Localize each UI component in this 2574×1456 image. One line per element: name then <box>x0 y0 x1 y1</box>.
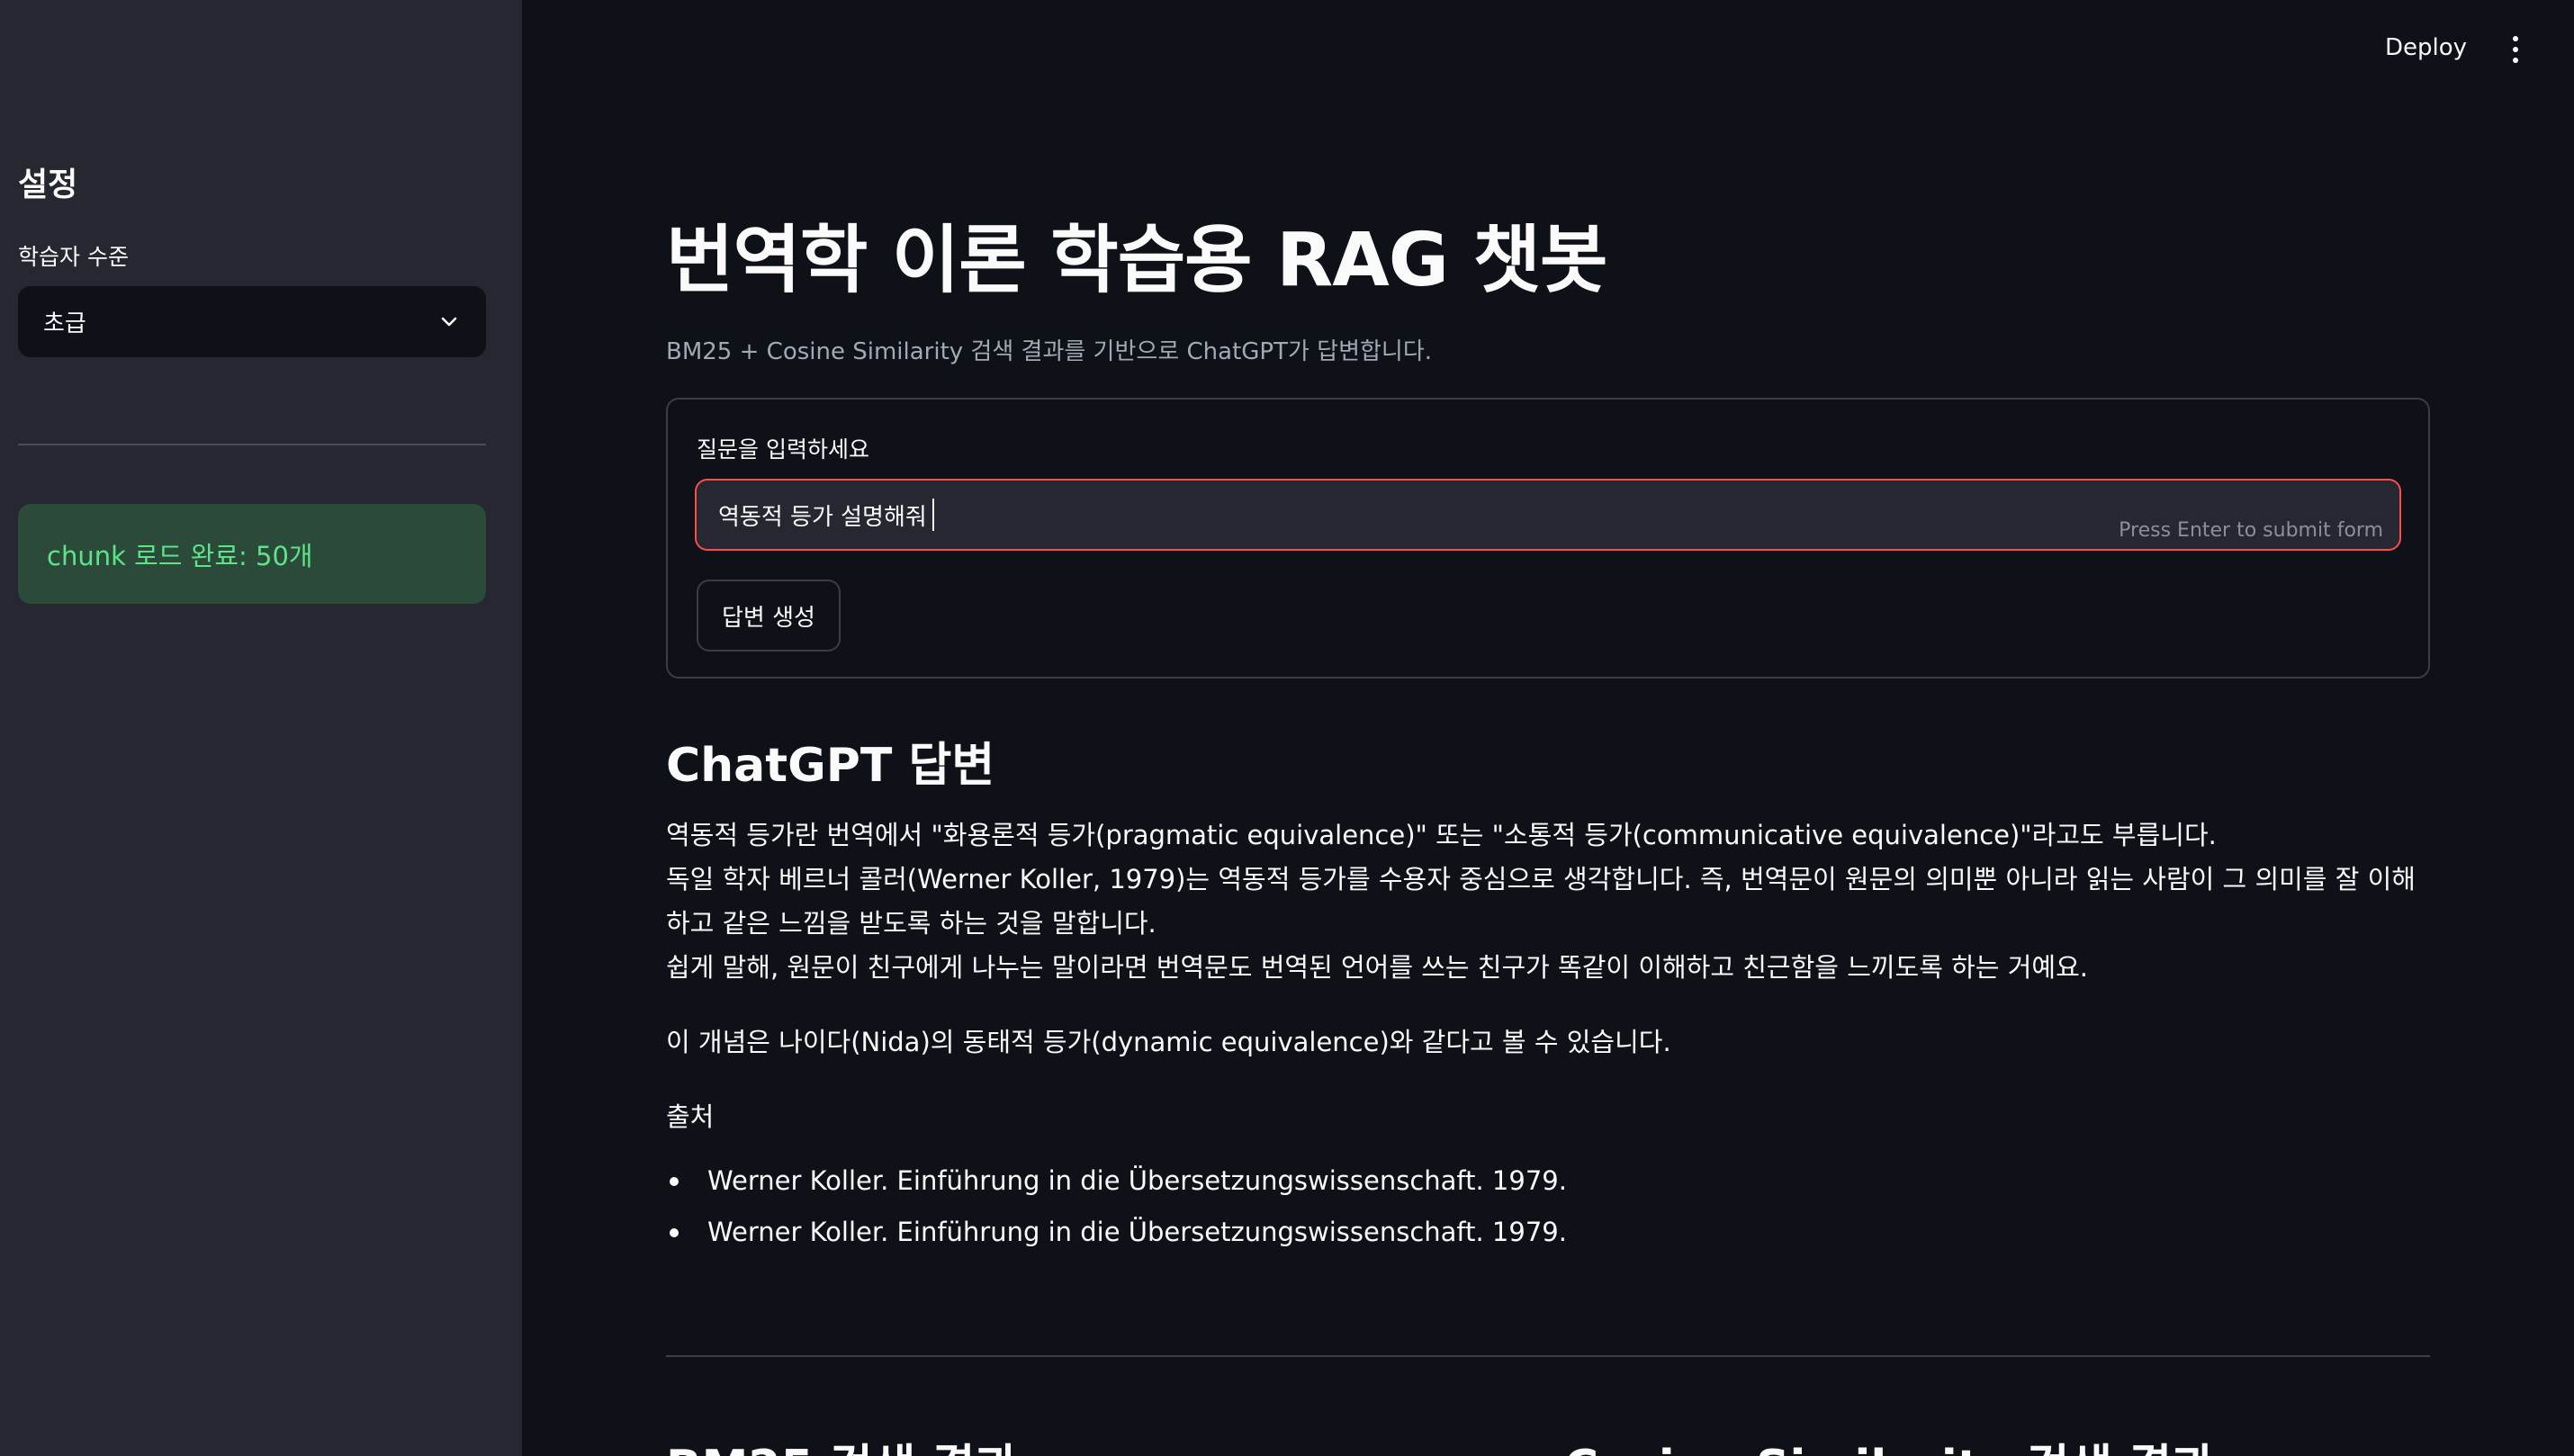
level-select[interactable]: 초급 <box>18 286 486 357</box>
page-caption: BM25 + Cosine Similarity 검색 결과를 기반으로 Cha… <box>666 338 1433 365</box>
question-input-value: 역동적 등가 설명해줘 <box>718 503 927 531</box>
answer-body: 역동적 등가란 번역에서 "화용론적 등가(pragmatic equivale… <box>666 813 2430 1262</box>
more-menu-icon[interactable] <box>2502 27 2529 72</box>
chevron-down-icon <box>437 310 461 334</box>
main-divider <box>666 1355 2430 1357</box>
list-item: Werner Koller. Einführung in die Überset… <box>666 1210 2430 1254</box>
text-caret <box>932 499 934 531</box>
status-text: chunk 로드 완료: 50개 <box>47 540 313 571</box>
sources-label: 출처 <box>666 1101 715 1132</box>
answer-paragraph: 이 개념은 나이다(Nida)의 동태적 등가(dynamic equivale… <box>666 1027 1671 1057</box>
list-item: Werner Koller. Einführung in die Überset… <box>666 1159 2430 1203</box>
answer-paragraph: 역동적 등가란 번역에서 "화용론적 등가(pragmatic equivale… <box>666 813 2430 990</box>
answer-line: 독일 학자 베르너 콜러(Werner Koller, 1979)는 역동적 등… <box>666 864 2416 939</box>
bm25-results-heading: BM25 검색 결과 <box>666 1429 1018 1456</box>
page-title: 번역학 이론 학습용 RAG 챗봇 <box>666 218 1608 303</box>
answer-heading: ChatGPT 답변 <box>666 739 995 793</box>
answer-line: 쉽게 말해, 원문이 친구에게 나누는 말이라면 번역문도 번역된 언어를 쓰는… <box>666 952 2088 983</box>
status-badge: chunk 로드 완료: 50개 <box>18 504 486 604</box>
answer-line: 역동적 등가란 번역에서 "화용론적 등가(pragmatic equivale… <box>666 820 2217 850</box>
question-form: 질문을 입력하세요 역동적 등가 설명해줘 Press Enter to sub… <box>666 398 2430 679</box>
sidebar-divider <box>18 444 486 445</box>
sidebar-title: 설정 <box>18 166 78 203</box>
sidebar: 설정 학습자 수준 초급 chunk 로드 완료: 50개 <box>0 0 522 1456</box>
generate-answer-button[interactable]: 답변 생성 <box>697 580 841 652</box>
level-select-label: 학습자 수준 <box>18 244 129 270</box>
level-select-value: 초급 <box>43 310 86 337</box>
app-root: 설정 학습자 수준 초급 chunk 로드 완료: 50개 Deploy 번역학… <box>0 0 2574 1456</box>
submit-hint: Press Enter to submit form <box>2119 519 2383 542</box>
deploy-button[interactable]: Deploy <box>2376 31 2476 65</box>
question-input-label: 질문을 입력하세요 <box>697 436 869 463</box>
question-input[interactable]: 역동적 등가 설명해줘 Press Enter to submit form <box>695 479 2401 551</box>
cosine-results-heading: Cosine Similarity 검색 결과 <box>1564 1429 2215 1456</box>
sources-list: Werner Koller. Einführung in die Überset… <box>666 1159 2430 1254</box>
